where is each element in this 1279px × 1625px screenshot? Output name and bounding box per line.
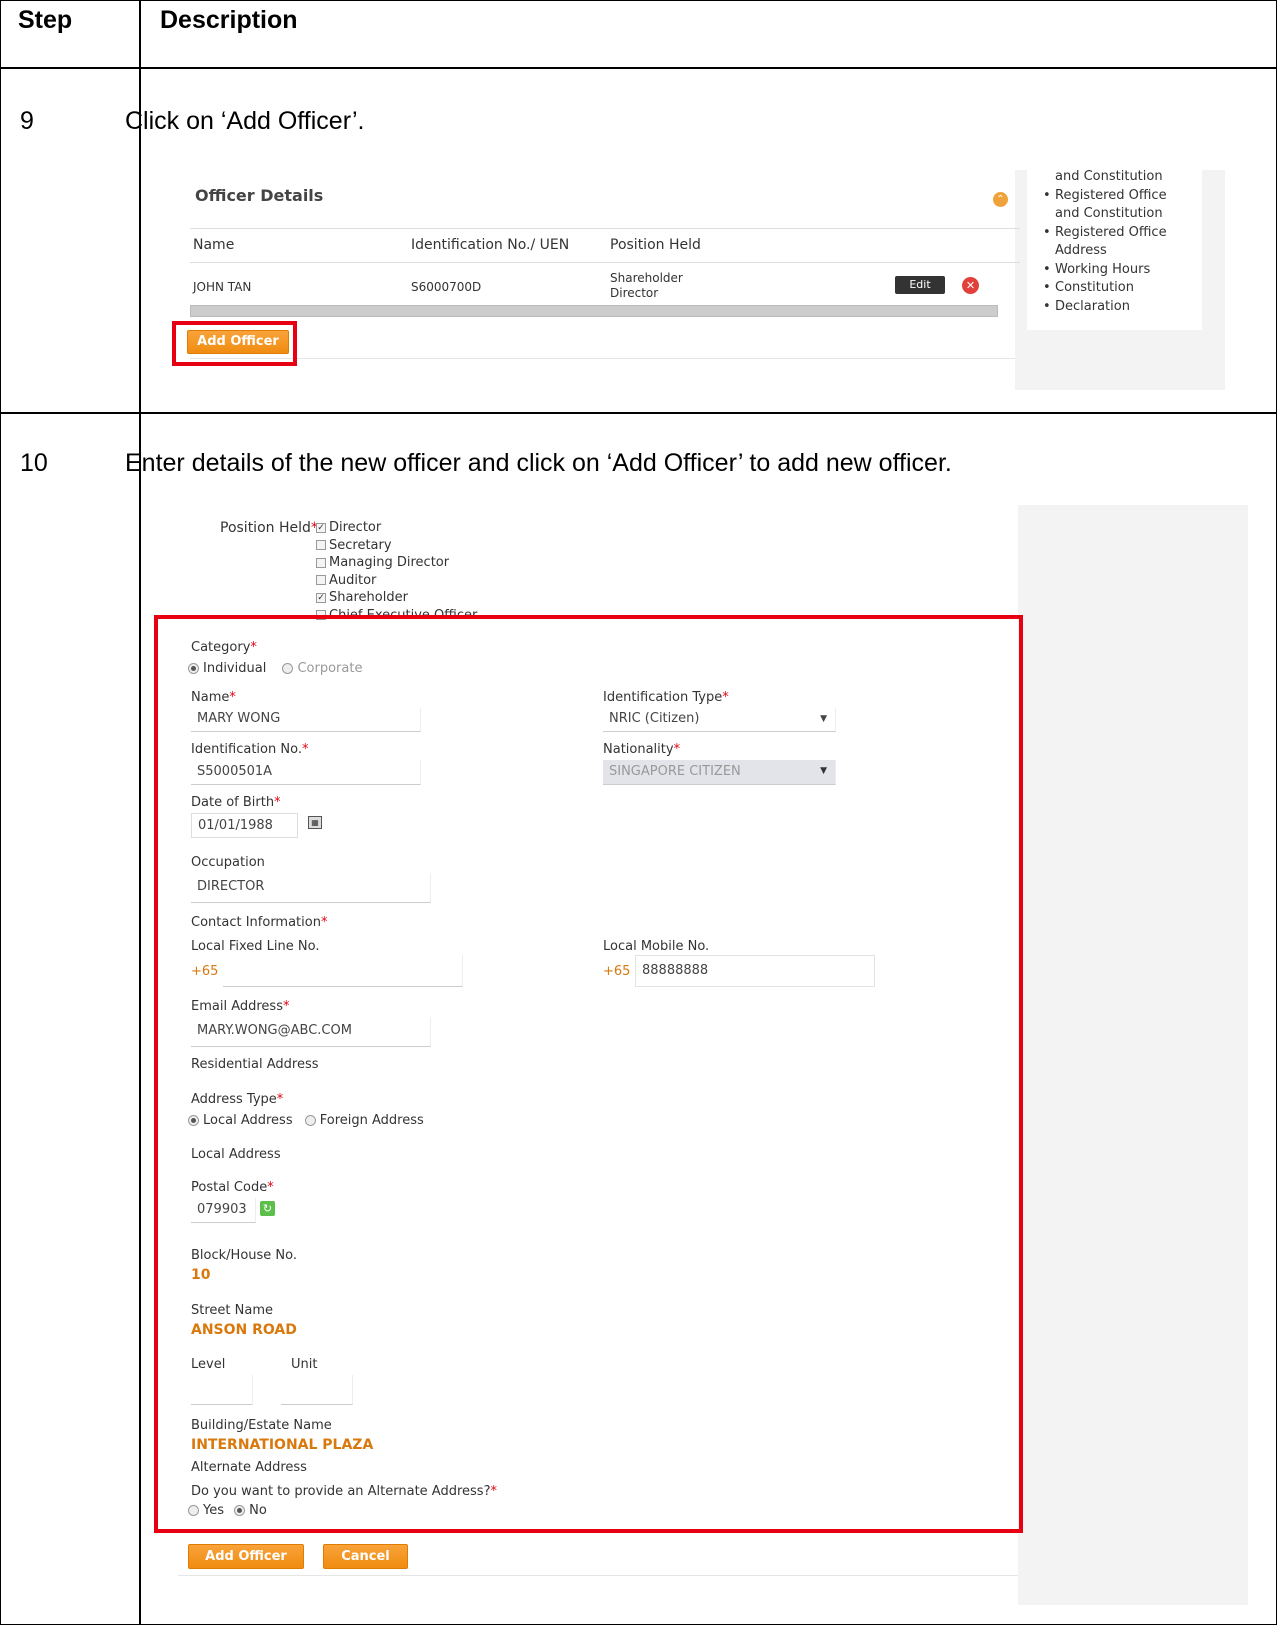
step-description: Enter details of the new officer and cli… <box>125 449 952 477</box>
officer-id: S6000700D <box>411 280 482 294</box>
side-nav-item[interactable]: Address <box>1055 242 1167 261</box>
position-held-list: ✓ Director Secretary Managing Director Au… <box>316 519 477 624</box>
position-held-label: Position Held* <box>220 520 318 536</box>
collapse-icon[interactable]: ⌃ <box>993 192 1008 207</box>
side-nav-item[interactable]: • Declaration <box>1043 298 1167 317</box>
step-description: Click on ‘Add Officer’. <box>125 107 365 135</box>
side-nav-item[interactable]: • Registered Office <box>1043 224 1167 243</box>
new-officer-form-screenshot: Position Held* ✓ Director Secretary Manag… <box>154 505 1248 1605</box>
officer-details-screenshot: Officer Details ⌃ Name Identification No… <box>172 168 1225 390</box>
position-checkbox[interactable]: ✓ Shareholder <box>316 589 477 607</box>
panel-footer-border <box>190 358 1015 359</box>
side-nav-item[interactable]: and Constitution <box>1055 168 1167 187</box>
side-nav-item[interactable]: • Registered Office <box>1043 187 1167 206</box>
header-description: Description <box>160 6 298 34</box>
column-name: Name <box>193 237 235 253</box>
column-identification: Identification No./ UEN <box>411 237 570 253</box>
officer-position: Shareholder <box>610 271 683 285</box>
officer-position: Director <box>610 286 659 300</box>
table-header-border <box>190 262 1020 263</box>
position-checkbox[interactable]: Managing Director <box>316 554 477 572</box>
side-nav-item[interactable]: • Working Hours <box>1043 261 1167 280</box>
officer-details-title: Officer Details <box>195 186 324 205</box>
delete-icon[interactable]: ✕ <box>962 277 979 294</box>
side-nav-item[interactable]: • Constitution <box>1043 279 1167 298</box>
column-divider <box>139 0 141 1625</box>
position-checkbox[interactable]: ✓ Director <box>316 519 477 537</box>
table-top-border <box>190 228 1020 229</box>
form-footer-border <box>178 1575 1018 1576</box>
column-position: Position Held <box>610 237 701 253</box>
add-officer-submit-button[interactable]: Add Officer <box>188 1544 304 1569</box>
row-divider <box>0 412 1277 414</box>
side-nav-item[interactable]: and Constitution <box>1055 205 1167 224</box>
side-panel <box>1018 505 1248 1605</box>
step-number: 9 <box>20 107 34 135</box>
position-checkbox[interactable]: Secretary <box>316 537 477 555</box>
side-nav-list: and Constitution • Registered Office and … <box>1043 168 1167 317</box>
header-step: Step <box>18 6 73 34</box>
edit-button[interactable]: Edit <box>895 276 945 294</box>
header-divider <box>0 67 1277 69</box>
position-checkbox[interactable]: Auditor <box>316 572 477 590</box>
highlight-box <box>154 615 1023 1533</box>
cancel-button[interactable]: Cancel <box>323 1544 408 1569</box>
step-number: 10 <box>20 449 48 477</box>
horizontal-scrollbar[interactable] <box>190 305 998 317</box>
highlight-box <box>172 321 297 366</box>
officer-name: JOHN TAN <box>193 280 252 294</box>
